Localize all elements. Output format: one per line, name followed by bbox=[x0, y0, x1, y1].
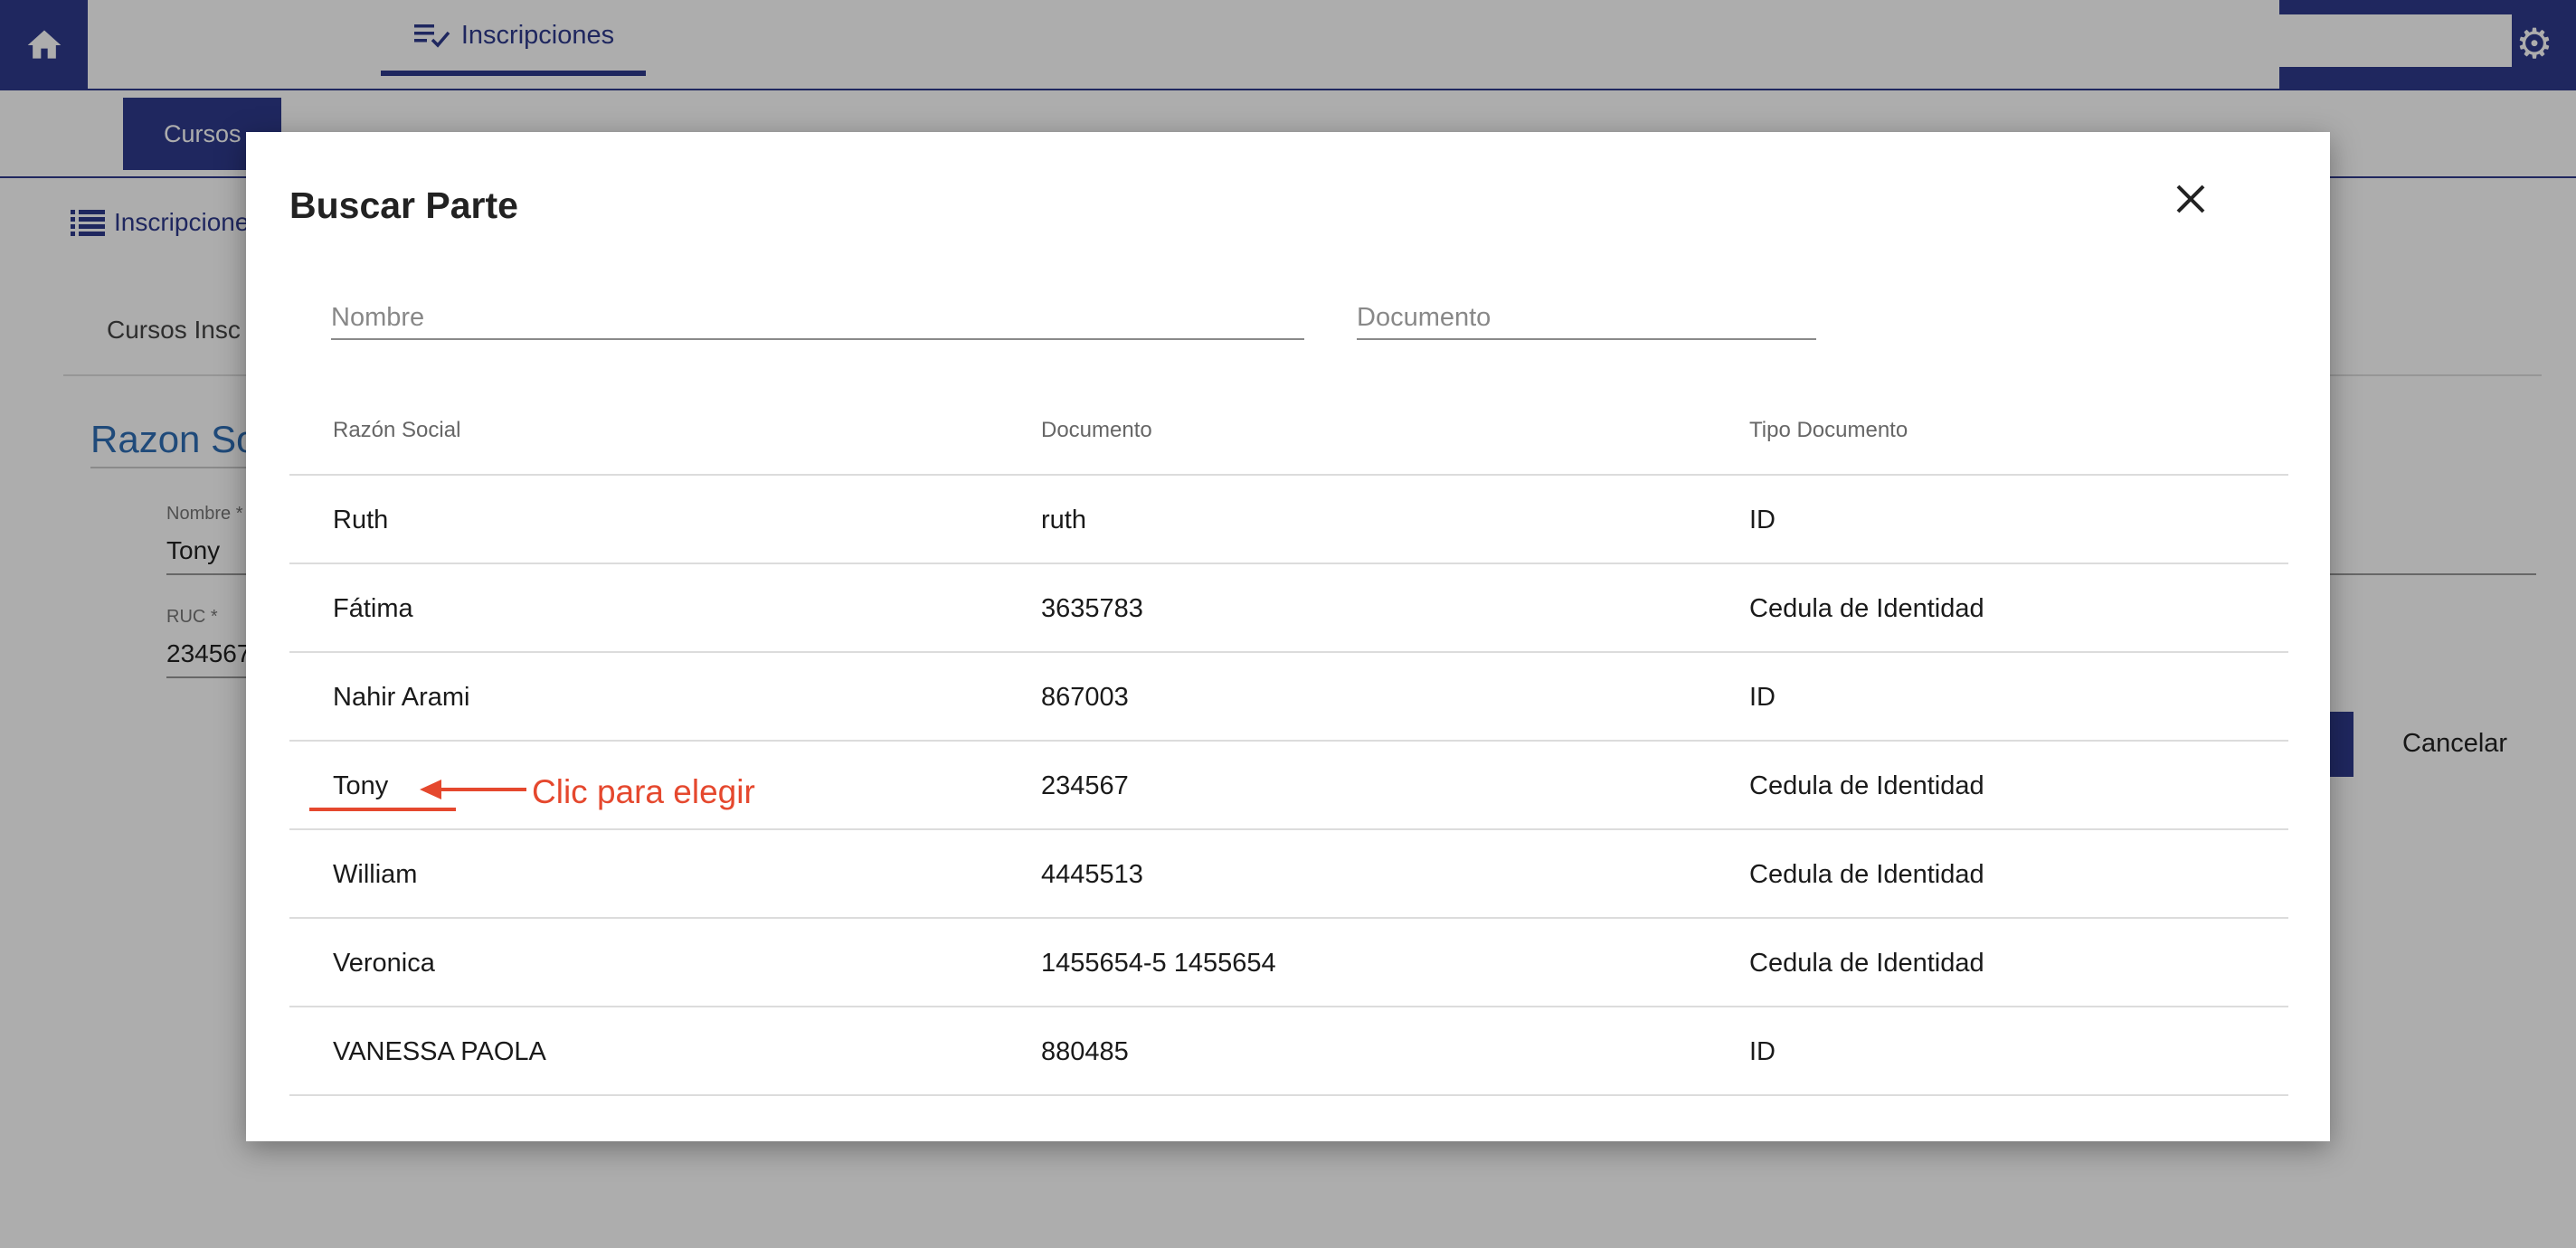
cell-tipo-documento: ID bbox=[1749, 506, 1776, 534]
results-table: Razón Social Documento Tipo Documento Ru… bbox=[289, 380, 2288, 1096]
cell-razon-social: Tony bbox=[333, 771, 389, 800]
cell-documento: 234567 bbox=[1041, 771, 1129, 800]
cell-tipo-documento: Cedula de Identidad bbox=[1749, 594, 1984, 623]
table-row[interactable]: Ruth ruth ID bbox=[289, 476, 2288, 564]
cell-tipo-documento: Cedula de Identidad bbox=[1749, 949, 1984, 978]
table-row[interactable]: VANESSA PAOLA 880485 ID bbox=[289, 1007, 2288, 1096]
search-party-dialog: Buscar Parte Razón Social Documento Tipo… bbox=[246, 132, 2330, 1141]
cell-razon-social: Fátima bbox=[333, 594, 413, 623]
annotation-label: Clic para elegir bbox=[532, 773, 755, 810]
cell-razon-social: VANESSA PAOLA bbox=[333, 1037, 546, 1066]
close-button[interactable] bbox=[2169, 177, 2212, 221]
table-row[interactable]: William 4445513 Cedula de Identidad bbox=[289, 830, 2288, 919]
table-row[interactable]: Nahir Arami 867003 ID bbox=[289, 653, 2288, 742]
documento-search-field bbox=[1357, 289, 1816, 340]
arrow-left-icon bbox=[420, 780, 526, 799]
table-row[interactable]: Fátima 3635783 Cedula de Identidad bbox=[289, 564, 2288, 653]
cell-documento: ruth bbox=[1041, 506, 1086, 534]
column-header-razon-social[interactable]: Razón Social bbox=[333, 418, 460, 443]
cell-documento: 4445513 bbox=[1041, 860, 1143, 889]
annotation-underline bbox=[309, 808, 456, 811]
nombre-search-input[interactable] bbox=[331, 289, 1304, 338]
cell-documento: 867003 bbox=[1041, 683, 1129, 712]
cell-documento: 3635783 bbox=[1041, 594, 1143, 623]
close-icon bbox=[2176, 184, 2205, 213]
cell-razon-social: William bbox=[333, 860, 418, 889]
column-header-tipo-documento[interactable]: Tipo Documento bbox=[1749, 418, 1908, 443]
cell-documento: 1455654-5 1455654 bbox=[1041, 949, 1276, 978]
cell-razon-social: Ruth bbox=[333, 506, 389, 534]
column-header-documento[interactable]: Documento bbox=[1041, 418, 1152, 443]
table-row[interactable]: Veronica 1455654-5 1455654 Cedula de Ide… bbox=[289, 919, 2288, 1007]
dialog-title: Buscar Parte bbox=[289, 184, 518, 226]
cell-tipo-documento: Cedula de Identidad bbox=[1749, 860, 1984, 889]
nombre-search-field bbox=[331, 289, 1304, 340]
cell-razon-social: Nahir Arami bbox=[333, 683, 470, 712]
cell-tipo-documento: ID bbox=[1749, 683, 1776, 712]
cell-tipo-documento: Cedula de Identidad bbox=[1749, 771, 1984, 800]
cell-documento: 880485 bbox=[1041, 1037, 1129, 1066]
cell-razon-social: Veronica bbox=[333, 949, 435, 978]
table-header: Razón Social Documento Tipo Documento bbox=[289, 380, 2288, 476]
documento-search-input[interactable] bbox=[1357, 289, 1816, 338]
cell-tipo-documento: ID bbox=[1749, 1037, 1776, 1066]
